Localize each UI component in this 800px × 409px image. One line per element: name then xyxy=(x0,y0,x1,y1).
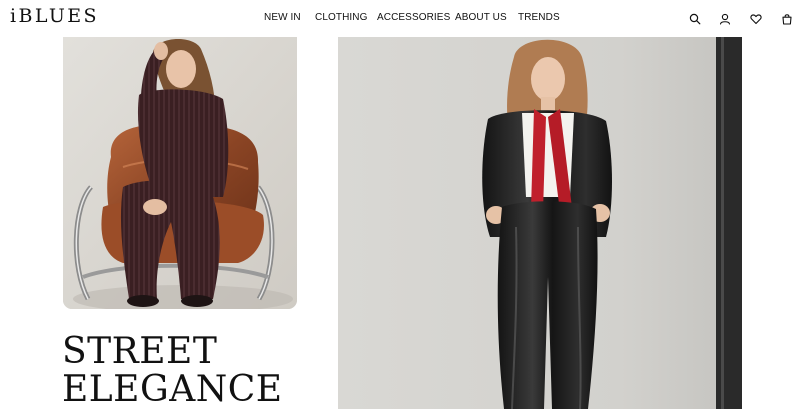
hero-headline-line-2: ELEGANCE xyxy=(62,369,283,409)
hero-headline-line-1: STREET xyxy=(62,331,218,372)
nav-item-accessories[interactable]: ACCESSORIES xyxy=(377,12,450,23)
heart-icon[interactable] xyxy=(750,13,762,25)
nav-item-clothing[interactable]: CLOTHING xyxy=(315,12,367,23)
nav-item-about-us[interactable]: ABOUT US xyxy=(455,12,507,23)
photo-illustration-leather xyxy=(338,37,742,409)
site-header: iBLUES NEW IN CLOTHING ACCESSORIES ABOUT… xyxy=(0,0,800,36)
bag-icon[interactable] xyxy=(781,13,793,25)
product-photo-chair-look[interactable] xyxy=(63,37,297,309)
main-nav: NEW IN CLOTHING ACCESSORIES ABOUT US TRE… xyxy=(0,12,800,26)
product-photo-leather-look[interactable] xyxy=(338,37,742,409)
photo-illustration-chair xyxy=(63,37,297,309)
nav-item-trends[interactable]: TRENDS xyxy=(518,12,560,23)
hero-headline: STREET ELEGANCE xyxy=(62,333,283,409)
search-icon[interactable] xyxy=(689,13,701,25)
nav-item-new-in[interactable]: NEW IN xyxy=(264,12,301,23)
user-icon[interactable] xyxy=(719,13,731,25)
